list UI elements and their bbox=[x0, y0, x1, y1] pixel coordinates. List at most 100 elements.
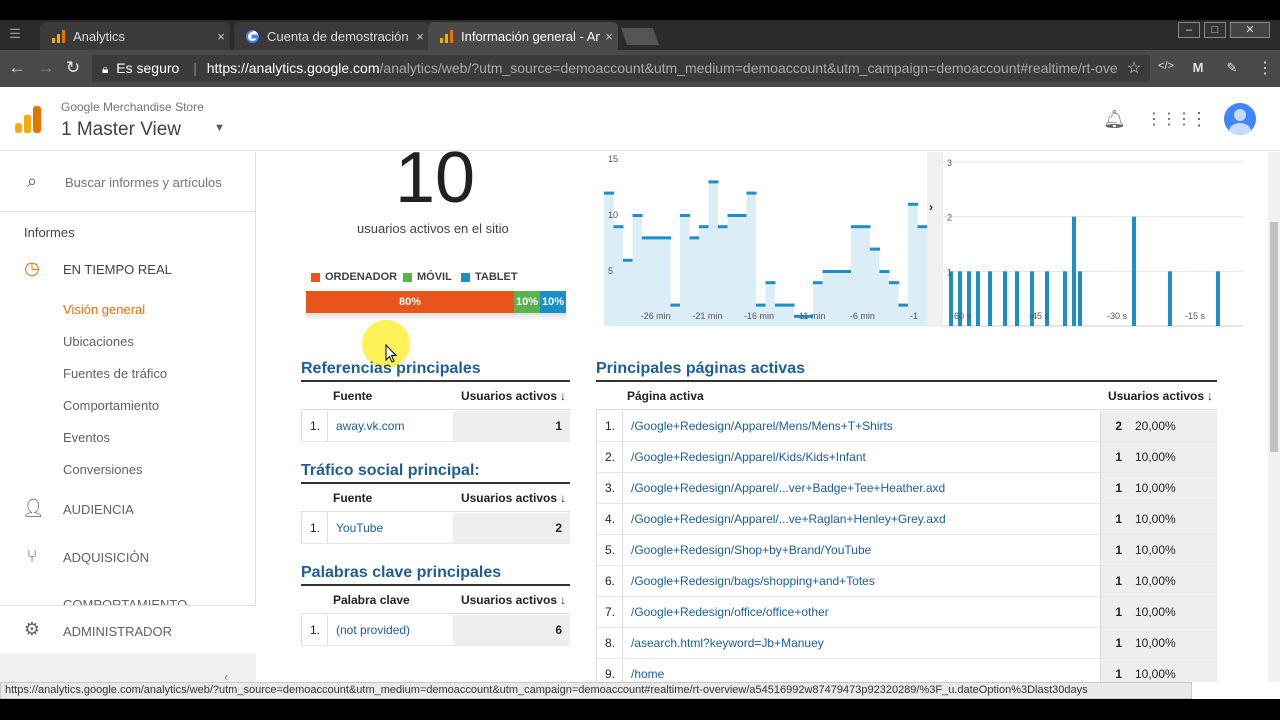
screen: { "browser": { "tabs": [ {"title": "Anal… bbox=[0, 0, 1280, 720]
extension-code-icon[interactable]: </> bbox=[1156, 60, 1176, 72]
chart-step-line bbox=[746, 191, 757, 195]
chart-area-bar bbox=[613, 225, 623, 326]
tab-close-icon[interactable]: × bbox=[411, 29, 429, 44]
row-page-link[interactable]: /home bbox=[622, 659, 1100, 682]
account-name[interactable]: Google Merchandise Store bbox=[61, 100, 204, 114]
table-row: 9. /home 1 10,00% bbox=[596, 659, 1217, 682]
sidebar-item-acquisition[interactable]: ADQUISICIÓN bbox=[63, 550, 149, 565]
sidebar-item-audience[interactable]: AUDIENCIA bbox=[63, 502, 134, 517]
row-keyword-link[interactable]: (not provided) bbox=[327, 615, 453, 645]
row-page-link[interactable]: /Google+Redesign/Shop+by+Brand/YouTube bbox=[622, 535, 1100, 565]
url-field[interactable]: 🔒︎ Es seguro | https://analytics.google.… bbox=[92, 55, 1150, 82]
row-page-link[interactable]: /Google+Redesign/Apparel/...ver+Badge+Te… bbox=[622, 473, 1100, 503]
col-active-users[interactable]: Usuarios activos ↓ bbox=[461, 586, 566, 613]
forward-icon[interactable]: → bbox=[36, 58, 56, 78]
col-source[interactable]: Fuente bbox=[333, 484, 372, 511]
chart-area-bar bbox=[908, 202, 918, 326]
chart-step-line bbox=[860, 225, 871, 229]
row-source-link[interactable]: away.vk.com bbox=[327, 411, 453, 441]
device-bar-desktop: 80% bbox=[306, 291, 514, 313]
chart-step-line bbox=[889, 281, 899, 285]
referrals-title: Referencias principales bbox=[301, 360, 481, 377]
sidebar-item-behavior[interactable]: COMPORTAMIENTO bbox=[63, 597, 187, 605]
chart-step-line bbox=[670, 303, 681, 307]
chart-area-bar bbox=[680, 214, 690, 326]
col-active-users[interactable]: Usuarios activos ↓ bbox=[1108, 382, 1213, 409]
col-active-page[interactable]: Página activa bbox=[627, 382, 704, 409]
row-page-link[interactable]: /Google+Redesign/bags/shopping+and+Totes bbox=[622, 566, 1100, 596]
social-title: Tráfico social principal: bbox=[301, 462, 480, 479]
sidebar-item-traffic-sources[interactable]: Fuentes de tráfico bbox=[63, 366, 167, 381]
y-tick-label: 5 bbox=[608, 266, 613, 276]
avatar[interactable] bbox=[1224, 103, 1256, 135]
chart-area-bar bbox=[889, 281, 899, 326]
tab-analytics[interactable]: Analytics × bbox=[40, 22, 230, 50]
row-value: 1 bbox=[1100, 566, 1130, 596]
search-input[interactable]: Buscar informes y artículos bbox=[65, 175, 225, 190]
row-page-link[interactable]: /Google+Redesign/office/office+other bbox=[622, 597, 1100, 627]
pages-title: Principales páginas activas bbox=[596, 360, 805, 377]
apps-grid-icon[interactable]: ⋮⋮⋮ bbox=[1146, 109, 1192, 129]
view-selector[interactable]: 1 Master View bbox=[61, 119, 181, 141]
row-number: 1. bbox=[310, 623, 321, 637]
app-menu-icon[interactable]: ☰ bbox=[6, 26, 24, 44]
row-number: 3. bbox=[605, 481, 616, 495]
col-active-users[interactable]: Usuarios activos ↓ bbox=[461, 382, 566, 409]
chart-bar bbox=[1078, 271, 1082, 326]
sidebar-item-realtime[interactable]: EN TIEMPO REAL bbox=[63, 262, 172, 277]
bookmark-star-icon[interactable]: ☆ bbox=[1124, 58, 1144, 78]
row-source-link[interactable]: YouTube bbox=[327, 513, 453, 543]
analytics-logo-icon bbox=[52, 29, 65, 43]
x-tick-label: -60 s bbox=[951, 311, 972, 321]
row-page-link[interactable]: /Google+Redesign/Apparel/...ve+Raglan+He… bbox=[622, 504, 1100, 534]
col-active-users[interactable]: Usuarios activos ↓ bbox=[461, 484, 566, 511]
notifications-bell-icon[interactable]: 🔔︎ bbox=[1103, 109, 1126, 130]
row-page-link[interactable]: /Google+Redesign/Apparel/Mens/Mens+T+Shi… bbox=[622, 411, 1100, 441]
chart-step-line bbox=[822, 270, 833, 273]
chart-step-line bbox=[841, 270, 852, 273]
row-page-link[interactable]: /Google+Redesign/Apparel/Kids/Kids+Infan… bbox=[622, 442, 1100, 472]
x-tick-label: -16 min bbox=[744, 311, 774, 321]
extension-m-icon[interactable]: M bbox=[1188, 60, 1208, 75]
maximize-button[interactable]: □ bbox=[1204, 22, 1226, 38]
minimize-button[interactable]: – bbox=[1178, 22, 1200, 38]
tab-demo-account[interactable]: Cuenta de demostración × bbox=[234, 22, 429, 50]
sidebar-item-content[interactable]: Comportamiento bbox=[63, 398, 159, 413]
tab-close-icon[interactable]: × bbox=[212, 29, 230, 44]
sidebar-item-locations[interactable]: Ubicaciones bbox=[63, 334, 134, 349]
back-icon[interactable]: ← bbox=[7, 58, 27, 78]
table-header: Fuente Usuarios activos ↓ bbox=[301, 382, 570, 410]
sidebar-item-events[interactable]: Eventos bbox=[63, 430, 110, 445]
close-window-button[interactable]: ✕ bbox=[1230, 22, 1270, 38]
table-row: 1. (not provided) 6 bbox=[301, 615, 570, 646]
row-percent: 10,00% bbox=[1130, 659, 1217, 682]
extension-pen-icon[interactable]: ✎ bbox=[1222, 60, 1242, 76]
chrome-menu-icon[interactable]: ⋮ bbox=[1255, 58, 1275, 78]
more-options-icon[interactable]: ⋮ bbox=[1190, 109, 1208, 130]
scrollbar-thumb[interactable] bbox=[1270, 222, 1278, 452]
chart-step-line bbox=[917, 225, 927, 229]
search-icon: ⌕ bbox=[26, 171, 38, 191]
chart-area-bar bbox=[898, 303, 908, 326]
new-tab-button[interactable] bbox=[620, 28, 660, 45]
col-source[interactable]: Fuente bbox=[333, 382, 372, 409]
chart-area-bar bbox=[623, 258, 633, 326]
sidebar-item-conversions[interactable]: Conversiones bbox=[63, 462, 143, 477]
sidebar-item-overview[interactable]: Visión general bbox=[63, 302, 145, 317]
col-keyword[interactable]: Palabra clave bbox=[333, 586, 410, 613]
url-path: /analytics/web/?utm_source=demoaccount&u… bbox=[379, 60, 1118, 76]
reports-heading: Informes bbox=[24, 225, 75, 240]
clock-icon: ◷ bbox=[24, 258, 40, 278]
dropdown-caret-icon[interactable]: ▼ bbox=[214, 122, 225, 134]
row-page-link[interactable]: /asearch.html?keyword=Jb+Manuey bbox=[622, 628, 1100, 658]
sidebar-item-admin[interactable]: ADMINISTRADOR bbox=[63, 624, 172, 639]
gear-icon: ⚙ bbox=[23, 619, 41, 639]
analytics-logo-icon[interactable] bbox=[15, 106, 41, 133]
chevron-right-icon[interactable]: › bbox=[929, 200, 933, 214]
tab-close-icon[interactable]: × bbox=[600, 29, 618, 44]
chart-area-bar bbox=[632, 214, 642, 326]
tab-overview[interactable]: Información general - An × bbox=[428, 22, 618, 50]
chart-bar bbox=[1063, 271, 1067, 326]
reload-icon[interactable]: ↻ bbox=[63, 58, 83, 78]
google-logo-icon bbox=[246, 29, 259, 43]
